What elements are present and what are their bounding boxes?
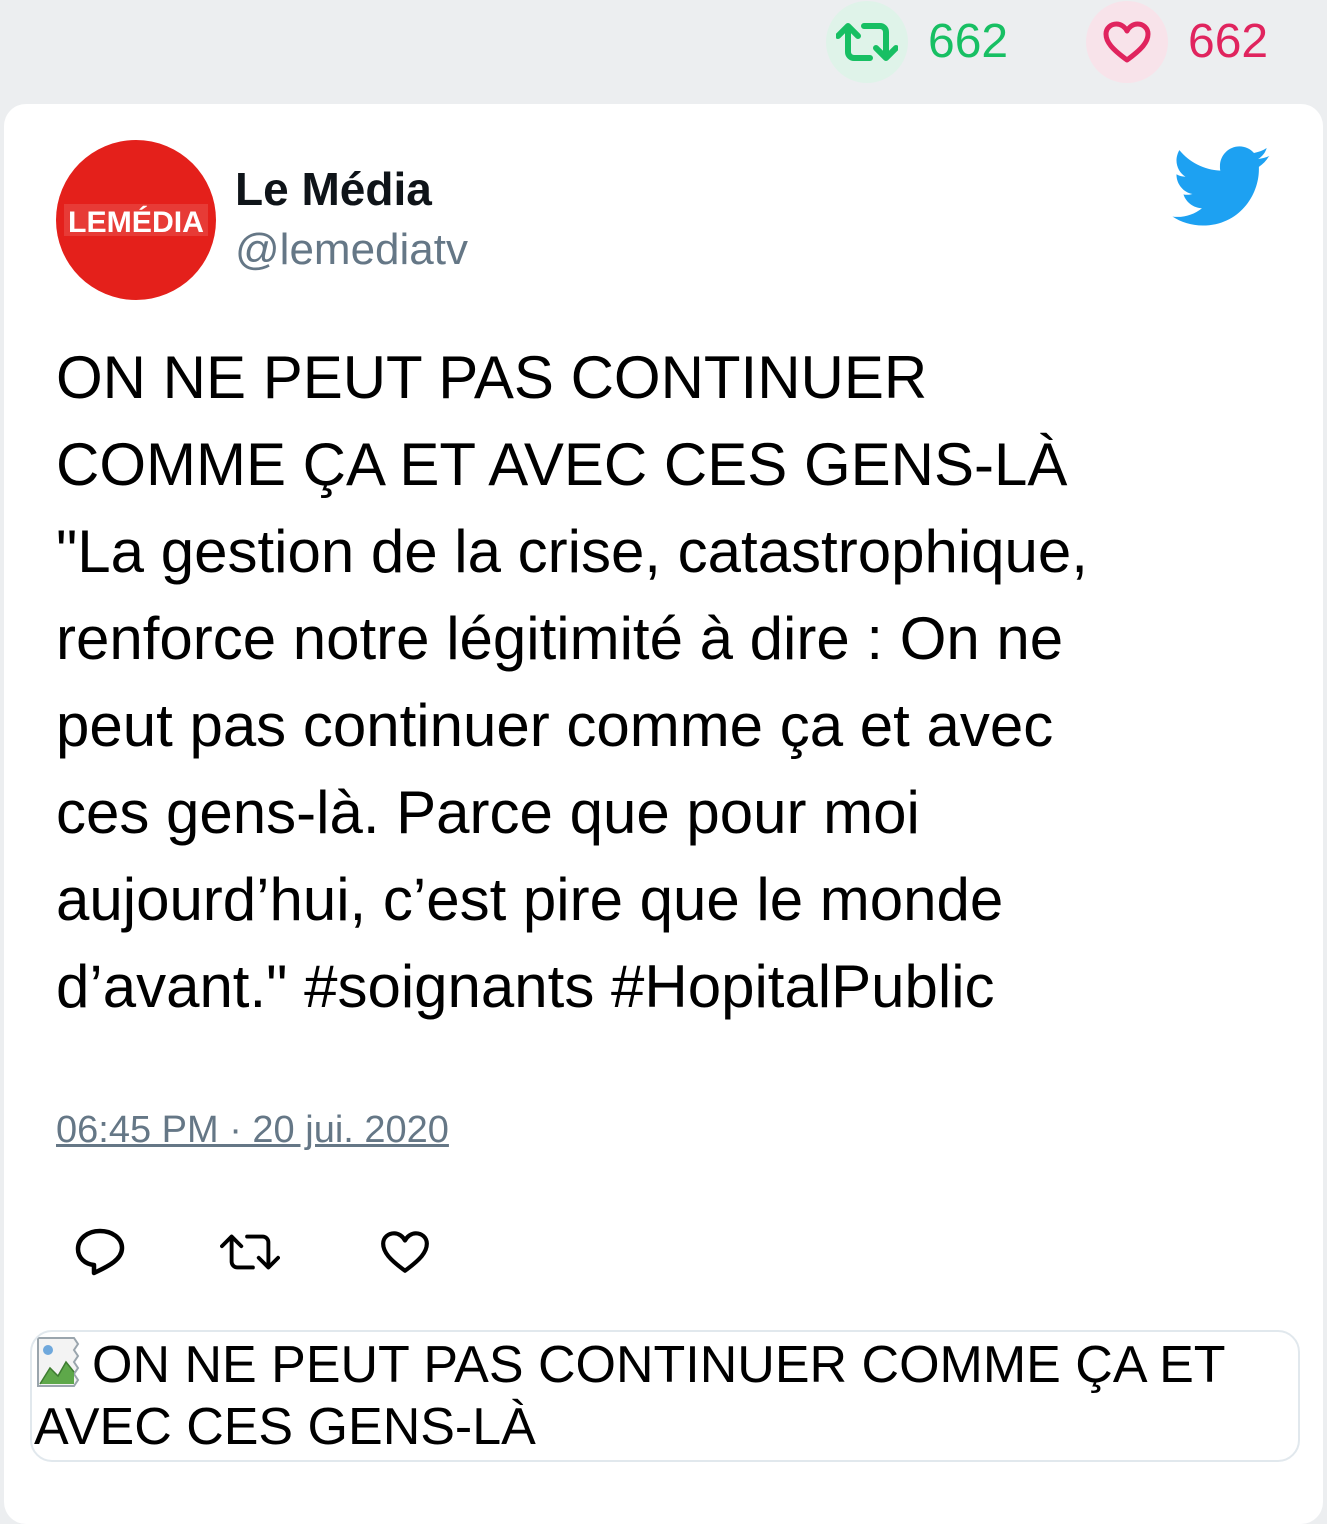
tweet-timestamp[interactable]: 06:45 PM · 20 jui. 2020 [56,1107,449,1153]
tweet-card: LEMÉDIA Le Média @lemediatv ON NE PEUT P… [4,104,1323,1524]
heart-icon[interactable] [1086,1,1168,83]
author-handle[interactable]: @lemediatv [235,224,468,276]
retweet-icon[interactable] [826,1,908,83]
retweet-stat[interactable]: 662 [826,0,1008,84]
tweet-media[interactable]: ON NE PEUT PAS CONTINUER COMME ÇA ET AVE… [30,1330,1300,1462]
avatar[interactable]: LEMÉDIA [56,140,216,300]
retweet-action-icon [220,1234,280,1270]
retweet-button[interactable] [220,1222,280,1282]
engagement-bar: 662 662 [0,0,1327,100]
twitter-bird-icon[interactable] [1172,146,1272,228]
reply-button[interactable] [70,1222,130,1282]
author-name[interactable]: Le Média [235,162,432,216]
like-button[interactable] [375,1222,435,1282]
media-alt-text: ON NE PEUT PAS CONTINUER COMME ÇA ET AVE… [34,1336,1225,1456]
tweet-text: ON NE PEUT PAS CONTINUER COMME ÇA ET AVE… [56,344,1088,1020]
heart-action-icon [381,1231,429,1273]
like-count: 662 [1188,15,1269,68]
svg-text:LEMÉDIA: LEMÉDIA [68,205,204,239]
avatar-logo: LEMÉDIA [64,204,208,239]
reply-icon [75,1228,125,1276]
retweet-count: 662 [928,15,1009,68]
like-stat[interactable]: 662 [1086,0,1268,84]
